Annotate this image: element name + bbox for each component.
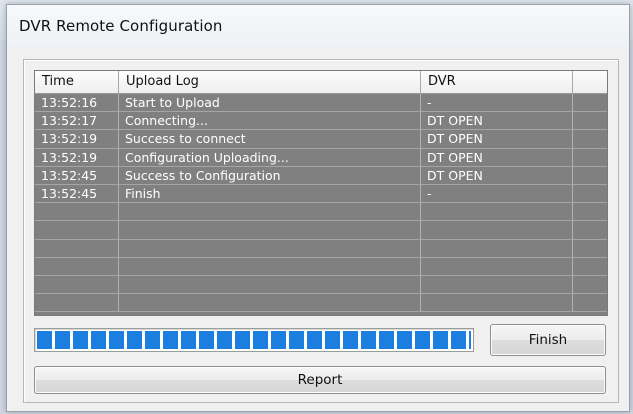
cell-extra xyxy=(573,149,607,166)
table-header: Time Upload Log DVR xyxy=(35,71,607,94)
cell-dvr: - xyxy=(421,184,573,203)
cell-upload-log xyxy=(119,203,421,221)
cell-extra xyxy=(573,240,607,257)
cell-time xyxy=(35,275,119,294)
window-title: DVR Remote Configuration xyxy=(19,17,223,35)
cell-upload-log xyxy=(119,294,421,312)
table-row[interactable]: 13:52:17 Connecting... DT OPEN xyxy=(35,112,607,131)
table-body: 13:52:16 Start to Upload -13:52:17 Connecti… xyxy=(35,94,607,315)
cell-extra xyxy=(573,258,607,275)
cell-extra xyxy=(573,221,607,238)
cell-dvr: DT OPEN xyxy=(421,130,573,148)
cell-dvr: DT OPEN xyxy=(421,166,573,184)
cell-time: 13:52:45 xyxy=(35,166,119,184)
cell-upload-log: Connecting... xyxy=(119,112,421,130)
cell-extra xyxy=(573,130,607,147)
progress-row: Finish xyxy=(34,324,606,356)
cell-dvr: - xyxy=(421,94,573,112)
cell-upload-log: Success to connect xyxy=(119,130,421,148)
cell-extra xyxy=(573,294,607,311)
column-header-time[interactable]: Time xyxy=(35,71,119,93)
cell-time xyxy=(35,221,119,239)
cell-extra xyxy=(573,112,607,129)
cell-time: 13:52:19 xyxy=(35,148,119,166)
cell-dvr xyxy=(421,239,573,257)
table-row[interactable] xyxy=(35,239,607,258)
cell-dvr xyxy=(421,275,573,294)
cell-time: 13:52:17 xyxy=(35,112,119,130)
table-row[interactable]: 13:52:45 Success to Configuration DT OPEN xyxy=(35,166,607,185)
cell-upload-log xyxy=(119,257,421,275)
column-header-upload-log[interactable]: Upload Log xyxy=(119,71,421,93)
table-row[interactable] xyxy=(35,221,607,240)
cell-extra xyxy=(573,167,607,184)
table-row[interactable] xyxy=(35,275,607,295)
cell-upload-log: Start to Upload xyxy=(119,94,421,112)
cell-dvr: DT OPEN xyxy=(421,148,573,166)
cell-time xyxy=(35,239,119,257)
cell-dvr: DT OPEN xyxy=(421,112,573,130)
cell-time xyxy=(35,257,119,275)
content-panel: Time Upload Log DVR 13:52:16 Start to Upl… xyxy=(23,59,619,403)
cell-dvr xyxy=(421,294,573,312)
upload-progress-bar xyxy=(34,328,474,352)
dialog-window: DVR Remote Configuration Time Upload Log… xyxy=(6,4,630,412)
cell-extra xyxy=(573,203,607,220)
report-button[interactable]: Report xyxy=(34,366,606,394)
cell-dvr xyxy=(421,203,573,221)
cell-upload-log: Configuration Uploading... xyxy=(119,148,421,166)
cell-time: 13:52:16 xyxy=(35,94,119,112)
cell-time xyxy=(35,294,119,312)
table-row[interactable] xyxy=(35,203,607,222)
progress-fill xyxy=(37,331,471,349)
table-row[interactable] xyxy=(35,257,607,276)
cell-dvr xyxy=(421,257,573,275)
cell-time: 13:52:19 xyxy=(35,130,119,148)
upload-log-table: Time Upload Log DVR 13:52:16 Start to Upl… xyxy=(34,70,608,316)
cell-extra xyxy=(573,276,607,293)
finish-button[interactable]: Finish xyxy=(490,324,606,356)
cell-dvr xyxy=(421,221,573,239)
table-row[interactable]: 13:52:19 Success to connect DT OPEN xyxy=(35,130,607,149)
column-header-dvr[interactable]: DVR xyxy=(421,71,573,93)
cell-upload-log xyxy=(119,239,421,257)
table-row[interactable] xyxy=(35,294,607,313)
cell-upload-log xyxy=(119,275,421,294)
column-header-extra[interactable] xyxy=(573,71,607,93)
table-row[interactable]: 13:52:16 Start to Upload - xyxy=(35,94,607,113)
cell-extra xyxy=(573,94,607,111)
title-bar[interactable]: DVR Remote Configuration xyxy=(7,5,629,47)
cell-time xyxy=(35,203,119,221)
cell-upload-log xyxy=(119,221,421,239)
cell-upload-log: Success to Configuration xyxy=(119,166,421,184)
table-row[interactable]: 13:52:19 Configuration Uploading... DT OPE… xyxy=(35,148,607,167)
table-row[interactable]: 13:52:45 Finish - xyxy=(35,184,607,204)
cell-time: 13:52:45 xyxy=(35,184,119,203)
cell-extra xyxy=(573,185,607,202)
cell-upload-log: Finish xyxy=(119,184,421,203)
